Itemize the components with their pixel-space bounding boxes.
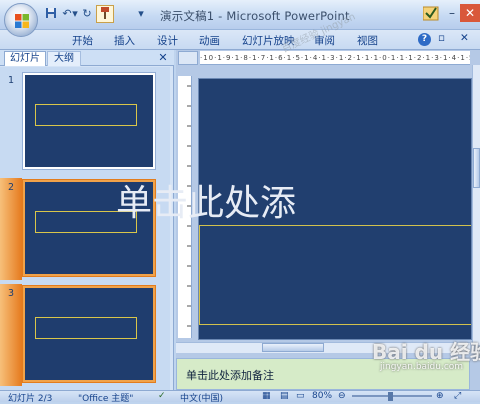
slide-thumbnail-1[interactable] — [22, 72, 156, 170]
baidu-watermark-logo: Bai du 经验 — [372, 340, 480, 364]
notes-placeholder[interactable]: 单击此处添加备注 — [186, 367, 274, 383]
vertical-scroll-thumb[interactable] — [473, 148, 480, 188]
check-icon — [422, 5, 439, 21]
status-slide-count: 幻灯片 2/3 — [8, 394, 53, 404]
office-logo-icon — [15, 14, 29, 28]
zoom-out-icon[interactable]: ⊖ — [338, 391, 346, 401]
pane-close-icon[interactable]: ✕ — [157, 51, 169, 65]
tab-design[interactable]: 设计 — [157, 33, 178, 48]
undo-dropdown-icon[interactable]: ▾ — [71, 7, 79, 21]
sorter-view-icon[interactable]: ▤ — [280, 391, 289, 401]
office-button[interactable] — [4, 3, 38, 37]
slideshow-view-icon[interactable]: ▭ — [296, 391, 305, 401]
spellcheck-icon[interactable]: ✓ — [158, 391, 166, 401]
title-placeholder-outline — [35, 104, 137, 127]
zoom-slider-thumb[interactable] — [388, 392, 393, 401]
ribbon-restore-icon[interactable]: ▫ — [438, 32, 445, 44]
title-placeholder-outline — [35, 317, 137, 340]
fit-to-window-icon[interactable]: ⤢ — [454, 391, 461, 401]
zoom-level[interactable]: 80% — [312, 391, 332, 401]
tab-animations[interactable]: 动画 — [199, 33, 220, 48]
horizontal-ruler[interactable]: ·10·1·9·1·8·1·7·1·6·1·5·1·4·1·3·1·2·1·1·… — [200, 51, 470, 65]
format-painter-icon[interactable] — [96, 5, 114, 23]
help-icon[interactable]: ? — [418, 33, 431, 46]
selection-highlight — [0, 178, 22, 280]
baidu-watermark-url: jingyan.baidu.com — [380, 362, 464, 372]
ruler-corner — [178, 51, 198, 65]
customize-qat-icon[interactable]: ▾ — [134, 7, 148, 21]
status-theme: "Office 主题" — [78, 394, 134, 404]
zoom-in-icon[interactable]: ⊕ — [436, 391, 444, 401]
thumbnail-canvas — [25, 75, 153, 167]
slide-number: 2 — [8, 182, 15, 193]
slide-number: 3 — [8, 288, 15, 299]
thumbnail-canvas — [25, 288, 153, 380]
tab-slides[interactable]: 幻灯片 — [4, 51, 46, 66]
vertical-scrollbar[interactable] — [472, 65, 480, 345]
normal-view-icon[interactable]: ▦ — [262, 391, 271, 401]
close-button[interactable]: ✕ — [460, 4, 480, 22]
horizontal-scroll-thumb[interactable] — [262, 343, 324, 352]
status-language: 中文(中国) — [180, 394, 224, 404]
slide-number: 1 — [8, 75, 15, 86]
tab-view[interactable]: 视图 — [357, 33, 378, 48]
save-icon[interactable] — [44, 7, 58, 21]
slide-thumbnail-3[interactable] — [22, 285, 156, 383]
redo-icon[interactable]: ↻ — [80, 7, 94, 21]
tab-insert[interactable]: 插入 — [114, 33, 135, 48]
ribbon-close-icon[interactable]: ✕ — [460, 32, 469, 44]
title-placeholder-text[interactable]: 单击此处添 — [116, 174, 296, 226]
title-placeholder[interactable] — [199, 225, 471, 325]
minimize-button[interactable]: – — [442, 4, 462, 22]
tab-outline[interactable]: 大纲 — [47, 51, 81, 66]
tab-home[interactable]: 开始 — [72, 33, 93, 48]
selection-highlight — [0, 284, 22, 386]
